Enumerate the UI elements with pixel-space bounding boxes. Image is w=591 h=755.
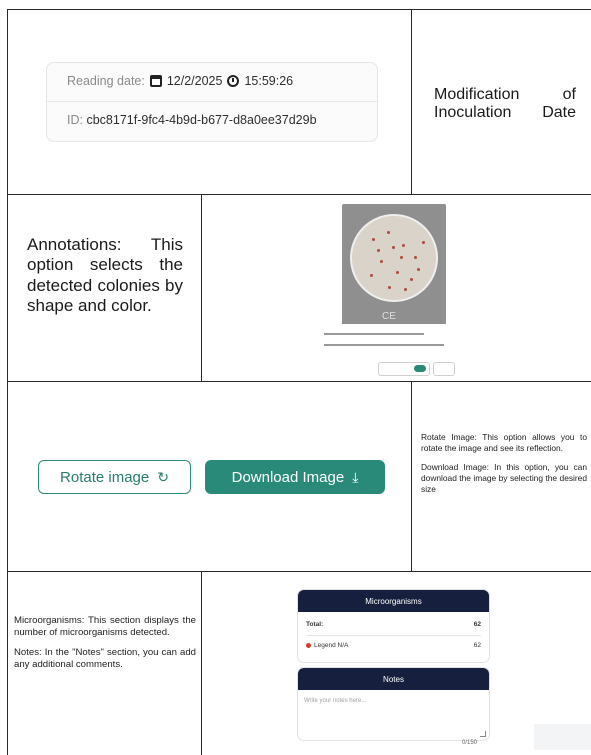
notes-description: Notes: In the "Notes" section, you can a… — [14, 647, 196, 671]
reading-date-value[interactable]: 12/2/2025 — [167, 74, 223, 88]
thumb-label: CE — [382, 311, 396, 322]
petri-dish-image: CE — [342, 204, 446, 329]
microorganisms-description: Microorganisms: This section displays th… — [14, 615, 196, 638]
notes-textarea[interactable]: Write your notes here... — [304, 698, 366, 704]
grid-line — [411, 9, 412, 195]
grid-line — [7, 9, 8, 755]
reading-time-value: 15:59:26 — [244, 74, 294, 88]
grid-line — [7, 571, 591, 572]
rotate-image-button[interactable]: Rotate image ↻ — [38, 460, 191, 494]
image-actions-description: Rotate Image: This option allows you to … — [421, 432, 587, 503]
grid-line — [7, 9, 591, 10]
total-row: Total: 62 — [306, 621, 481, 628]
divider — [306, 635, 481, 636]
grid-line — [7, 194, 591, 195]
toggle-switch[interactable] — [414, 365, 426, 372]
download-description: Download Image: In this option, you can … — [421, 461, 587, 494]
mini-rotate-button[interactable] — [433, 362, 455, 376]
notes-counter: 0/150 — [462, 740, 478, 746]
id-label: ID: — [67, 113, 83, 127]
divider — [47, 101, 377, 102]
legend-label: Legend N/A — [314, 642, 349, 649]
rotate-icon: ↻ — [157, 469, 169, 485]
notes-panel: Notes Write your notes here... — [298, 668, 489, 740]
sections-description: Microorganisms: This section displays th… — [14, 615, 196, 680]
inoculation-description: Modification of Inoculation Date — [434, 86, 576, 122]
calendar-icon — [149, 75, 162, 87]
mini-info-card — [318, 324, 458, 354]
total-value: 62 — [473, 621, 481, 628]
annotations-description: Annotations: This option selects the det… — [27, 235, 183, 316]
notes-title: Notes — [298, 668, 489, 690]
rotate-description: Rotate Image: This option allows you to … — [421, 432, 587, 453]
legend-dot-icon — [306, 642, 311, 648]
petri-dish — [350, 214, 438, 302]
id-value: cbc8171f-9fc4-4b9d-b677-d8a0ee37d29b — [86, 113, 317, 127]
reading-date-label: Reading date: — [67, 74, 145, 88]
download-label: Download Image — [231, 468, 345, 486]
microorganisms-panel: Microorganisms Total: 62 Legend N/A 62 — [298, 590, 489, 662]
grid-line — [201, 194, 202, 382]
rotate-label: Rotate image — [60, 468, 150, 486]
clock-icon — [227, 75, 240, 87]
legend-row: Legend N/A 62 — [306, 642, 481, 649]
reading-info-card: Reading date: 12/2/2025 15:59:26 ID: cbc… — [46, 62, 378, 142]
grid-line — [201, 571, 202, 755]
grid-line — [411, 381, 412, 572]
download-image-button[interactable]: Download Image ⤓ — [205, 460, 385, 494]
microorganisms-title: Microorganisms — [298, 590, 489, 612]
id-line: ID: cbc8171f-9fc4-4b9d-b677-d8a0ee37d29b — [67, 113, 317, 127]
annotations-toggle[interactable] — [378, 362, 430, 376]
total-label: Total: — [306, 621, 324, 628]
grid-line — [7, 381, 591, 382]
background-block — [534, 724, 591, 750]
reading-date-line: Reading date: 12/2/2025 15:59:26 — [67, 74, 293, 88]
download-icon: ⤓ — [352, 469, 359, 485]
resize-handle-icon[interactable] — [480, 731, 486, 737]
legend-value: 62 — [473, 642, 481, 649]
